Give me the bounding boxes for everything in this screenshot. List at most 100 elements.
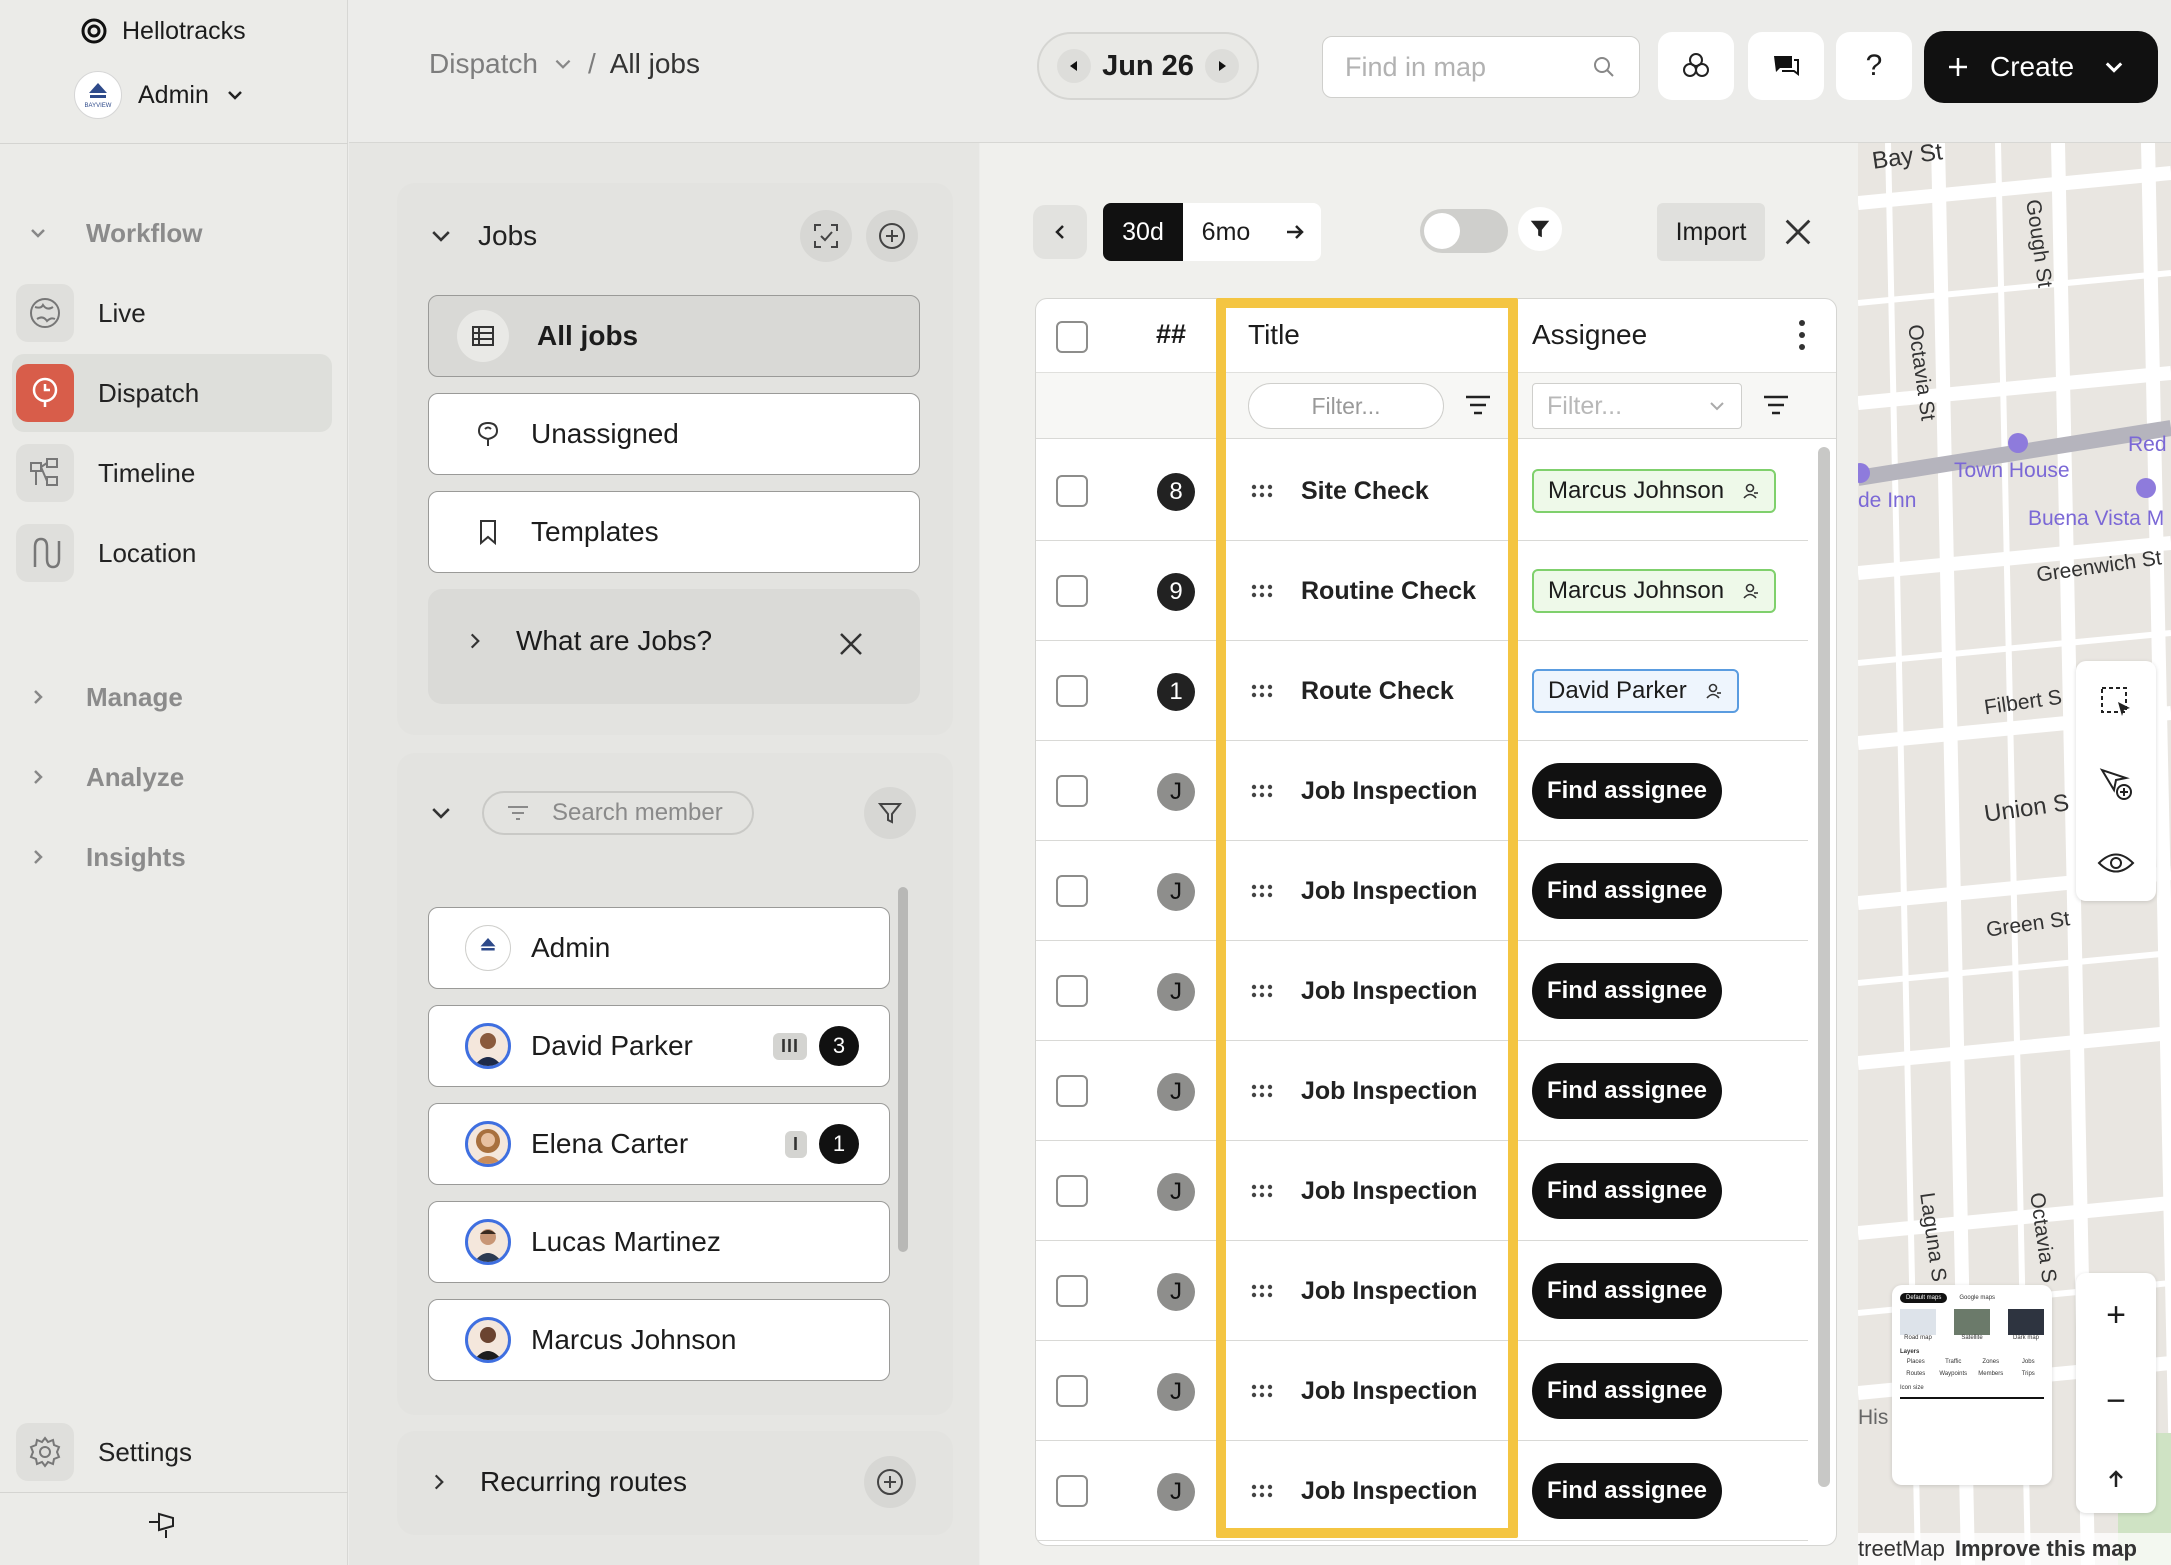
sidebar-item-settings[interactable]: Settings <box>12 1413 332 1491</box>
table-row[interactable]: J Job Inspection Find assignee <box>1036 741 1808 841</box>
next-day-button[interactable] <box>1205 49 1239 83</box>
zoom-out-button[interactable]: − <box>2106 1382 2126 1421</box>
import-button[interactable]: Import <box>1657 203 1765 261</box>
row-checkbox[interactable] <box>1056 1375 1088 1407</box>
title-filter-input[interactable]: Filter... <box>1248 383 1444 429</box>
help-card-toggle[interactable]: What are Jobs? <box>464 625 712 657</box>
range-30d[interactable]: 30d <box>1103 203 1183 261</box>
row-checkbox[interactable] <box>1056 1075 1088 1107</box>
member-search-input[interactable]: Search member <box>482 791 754 835</box>
job-title-cell[interactable]: Job Inspection <box>1251 941 1477 1041</box>
chevron-down-icon[interactable] <box>428 223 454 249</box>
col-assignee-header[interactable]: Assignee <box>1532 319 1647 351</box>
more-vertical-icon[interactable] <box>1796 317 1808 353</box>
member-filter-button[interactable] <box>864 787 916 839</box>
find-assignee-button[interactable]: Find assignee <box>1532 1263 1722 1319</box>
assignee-chip[interactable]: David Parker <box>1532 669 1739 713</box>
assignee-chip[interactable]: Marcus Johnson <box>1532 569 1777 613</box>
member-admin[interactable]: Admin <box>428 907 890 989</box>
select-all-checkbox[interactable] <box>1056 321 1088 353</box>
chevron-down-icon[interactable] <box>428 800 454 826</box>
close-table-icon[interactable] <box>1781 215 1815 249</box>
member-marcus-johnson[interactable]: Marcus Johnson <box>428 1299 890 1381</box>
account-switcher[interactable]: BAYVIEW Admin <box>74 70 245 120</box>
assignee-filter-select[interactable]: Filter... <box>1532 383 1742 429</box>
group-analyze[interactable]: Analyze <box>28 757 184 797</box>
find-assignee-button[interactable]: Find assignee <box>1532 1463 1722 1519</box>
job-title-cell[interactable]: Routine Check <box>1251 541 1476 641</box>
member-lucas-martinez[interactable]: Lucas Martinez <box>428 1201 890 1283</box>
find-assignee-button[interactable]: Find assignee <box>1532 1163 1722 1219</box>
find-assignee-button[interactable]: Find assignee <box>1532 963 1722 1019</box>
members-scrollbar[interactable] <box>898 887 908 1252</box>
date-picker[interactable]: Jun 26 <box>1037 32 1259 100</box>
view-templates[interactable]: Templates <box>428 491 920 573</box>
drag-handle-icon[interactable] <box>1251 984 1273 998</box>
zoom-in-button[interactable]: + <box>2106 1296 2126 1335</box>
find-assignee-button[interactable]: Find assignee <box>1532 763 1722 819</box>
view-unassigned[interactable]: Unassigned <box>428 393 920 475</box>
table-scrollbar[interactable] <box>1818 447 1830 1487</box>
row-checkbox[interactable] <box>1056 575 1088 607</box>
eye-icon[interactable] <box>2097 848 2135 878</box>
job-title-cell[interactable]: Job Inspection <box>1251 741 1477 841</box>
chevron-down-icon[interactable] <box>552 53 574 75</box>
help-button[interactable]: ? <box>1836 32 1912 100</box>
col-num-header[interactable]: ## <box>1156 319 1186 350</box>
scan-jobs-button[interactable] <box>800 210 852 262</box>
row-checkbox[interactable] <box>1056 875 1088 907</box>
job-title-cell[interactable]: Job Inspection <box>1251 841 1477 941</box>
close-icon[interactable] <box>836 629 866 659</box>
table-row[interactable]: J Job Inspection Find assignee <box>1036 1041 1808 1141</box>
pin-sidebar-icon[interactable] <box>145 1502 185 1542</box>
drag-handle-icon[interactable] <box>1251 784 1273 798</box>
find-assignee-button[interactable]: Find assignee <box>1532 1363 1722 1419</box>
sort-lines-icon[interactable] <box>1464 393 1492 417</box>
breadcrumb-dispatch[interactable]: Dispatch <box>429 48 538 80</box>
table-row[interactable]: 8 Site Check Marcus Johnson <box>1036 441 1808 541</box>
job-title-cell[interactable]: Site Check <box>1251 441 1429 541</box>
map-layers-thumbnail[interactable]: Default maps Google maps Road map Satell… <box>1892 1285 2052 1485</box>
drag-handle-icon[interactable] <box>1251 484 1273 498</box>
drag-handle-icon[interactable] <box>1251 584 1273 598</box>
table-row[interactable]: J Job Inspection Find assignee <box>1036 841 1808 941</box>
recurring-routes-header[interactable]: Recurring routes <box>428 1456 928 1508</box>
table-row[interactable]: J Job Inspection Find assignee <box>1036 1341 1808 1441</box>
job-title-cell[interactable]: Job Inspection <box>1251 1041 1477 1141</box>
job-title-cell[interactable]: Job Inspection <box>1251 1341 1477 1441</box>
assignee-chip[interactable]: Marcus Johnson <box>1532 469 1777 513</box>
sidebar-item-live[interactable]: Live <box>12 274 332 352</box>
table-row[interactable]: J Job Inspection Find assignee <box>1036 1241 1808 1341</box>
current-date[interactable]: Jun 26 <box>1102 50 1194 83</box>
row-checkbox[interactable] <box>1056 775 1088 807</box>
col-title-header[interactable]: Title <box>1248 319 1300 351</box>
brand[interactable]: Hellotracks <box>80 14 246 48</box>
table-filter-button[interactable] <box>1518 207 1562 251</box>
job-title-cell[interactable]: Job Inspection <box>1251 1441 1477 1541</box>
range-6mo[interactable]: 6mo <box>1183 203 1269 261</box>
drag-handle-icon[interactable] <box>1251 684 1273 698</box>
range-prev-button[interactable] <box>1033 205 1087 259</box>
group-manage[interactable]: Manage <box>28 677 183 717</box>
drag-handle-icon[interactable] <box>1251 884 1273 898</box>
row-checkbox[interactable] <box>1056 475 1088 507</box>
drag-handle-icon[interactable] <box>1251 1184 1273 1198</box>
drag-handle-icon[interactable] <box>1251 1284 1273 1298</box>
add-job-button[interactable] <box>866 210 918 262</box>
member-elena-carter[interactable]: Elena Carter I 1 <box>428 1103 890 1185</box>
find-assignee-button[interactable]: Find assignee <box>1532 1063 1722 1119</box>
table-row[interactable]: 1 Route Check David Parker <box>1036 641 1808 741</box>
row-checkbox[interactable] <box>1056 1175 1088 1207</box>
sort-lines-icon[interactable] <box>1762 393 1790 417</box>
improve-map-link[interactable]: Improve this map <box>1955 1536 2137 1562</box>
job-title-cell[interactable]: Job Inspection <box>1251 1241 1477 1341</box>
row-checkbox[interactable] <box>1056 1475 1088 1507</box>
sidebar-item-dispatch[interactable]: Dispatch <box>12 354 332 432</box>
view-all-jobs[interactable]: All jobs <box>428 295 920 377</box>
row-checkbox[interactable] <box>1056 975 1088 1007</box>
group-insights[interactable]: Insights <box>28 837 186 877</box>
job-title-cell[interactable]: Route Check <box>1251 641 1454 741</box>
add-route-button[interactable] <box>864 1456 916 1508</box>
job-title-cell[interactable]: Job Inspection <box>1251 1141 1477 1241</box>
chat-button[interactable] <box>1748 32 1824 100</box>
